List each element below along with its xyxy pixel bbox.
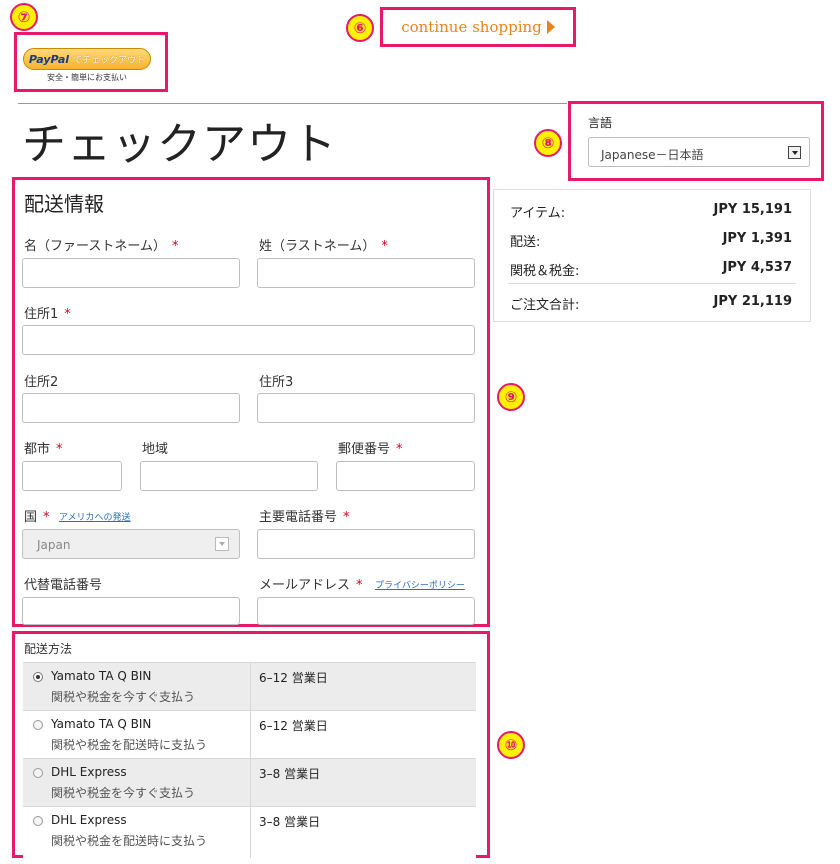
shipping-option-row[interactable]: DHL Express 関税や税金を今すぐ支払う 3–8 営業日 [23, 759, 476, 807]
order-summary: アイテム: JPY 15,191 配送: JPY 1,391 関税＆税金: JP… [493, 189, 811, 322]
address2-label: 住所2 [24, 375, 59, 390]
address3-label: 住所3 [259, 375, 294, 390]
language-label: 言語 [588, 116, 613, 130]
alt-phone-input[interactable] [22, 597, 240, 625]
first-name-label: 名（ファーストネーム） * [24, 239, 179, 254]
callout-10: ⑩ [497, 731, 525, 759]
summary-total-label: ご注文合計: [510, 298, 580, 313]
radio-button[interactable] [33, 768, 43, 778]
paypal-checkout-text: でチェックアウト [73, 55, 146, 66]
postal-code-label: 郵便番号 * [338, 442, 403, 457]
carrier-name: Yamato TA Q BIN [51, 669, 152, 683]
carrier-note: 関税や税金を配送時に支払う [51, 738, 208, 752]
shipping-method-heading: 配送方法 [24, 642, 73, 656]
column-divider [250, 759, 251, 807]
header-divider [18, 103, 567, 104]
email-label: メールアドレス * [259, 578, 363, 593]
paypal-checkout-button[interactable]: PayPal でチェックアウト [23, 48, 151, 70]
column-divider [250, 807, 251, 858]
summary-items-label: アイテム: [510, 206, 566, 221]
play-arrow-icon [546, 20, 555, 34]
alt-phone-label: 代替電話番号 [24, 578, 103, 593]
callout-8: ⑧ [534, 129, 562, 157]
delivery-days: 3–8 営業日 [259, 767, 321, 781]
continue-shopping-link[interactable]: continue shopping [380, 7, 576, 47]
summary-items-value: JPY 15,191 [713, 202, 792, 217]
carrier-name: Yamato TA Q BIN [51, 717, 152, 731]
radio-button[interactable] [33, 720, 43, 730]
country-label: 国 * [24, 510, 50, 525]
privacy-policy-link[interactable]: プライバシーポリシー [375, 578, 465, 591]
radio-button[interactable] [33, 816, 43, 826]
main-phone-input[interactable] [257, 529, 475, 559]
postal-code-input[interactable] [336, 461, 475, 491]
language-select[interactable]: Japanese－日本語 [588, 137, 810, 167]
city-input[interactable] [22, 461, 122, 491]
country-selected-value: Japan [37, 538, 71, 552]
summary-shipping-value: JPY 1,391 [722, 231, 792, 246]
summary-total-value: JPY 21,119 [713, 294, 792, 309]
address1-label: 住所1 * [24, 307, 71, 322]
delivery-days: 6–12 営業日 [259, 719, 328, 733]
paypal-logo: PayPal [28, 52, 70, 66]
shipping-options-table: Yamato TA Q BIN 関税や税金を今すぐ支払う 6–12 営業日 Ya… [23, 662, 476, 858]
main-phone-label: 主要電話番号 * [259, 510, 350, 525]
address3-input[interactable] [257, 393, 475, 423]
address2-input[interactable] [22, 393, 240, 423]
first-name-input[interactable] [22, 258, 240, 288]
language-section: 言語 Japanese－日本語 [568, 101, 824, 181]
country-select[interactable]: Japan [22, 529, 240, 559]
dropdown-arrow-icon [788, 146, 801, 159]
carrier-name: DHL Express [51, 813, 127, 827]
column-divider [250, 663, 251, 711]
callout-7: ⑦ [10, 3, 38, 31]
dropdown-arrow-icon [215, 537, 229, 551]
region-label: 地域 [142, 442, 169, 457]
address1-input[interactable] [22, 325, 475, 355]
page-title: チェックアウト [22, 119, 337, 170]
shipping-info-section: 配送情報 名（ファーストネーム） * 姓（ラストネーム） * 住所1 * 住所2 住所… [12, 177, 490, 627]
continue-shopping-label: continue shopping [401, 18, 542, 36]
summary-shipping-label: 配送: [510, 235, 541, 250]
radio-button[interactable] [33, 672, 43, 682]
callout-6: ⑥ [346, 14, 374, 42]
carrier-note: 関税や税金を今すぐ支払う [51, 786, 196, 800]
paypal-tagline: 安全・簡単にお支払い [47, 73, 127, 82]
summary-duties-label: 関税＆税金: [510, 264, 580, 279]
summary-divider [508, 283, 796, 284]
email-input[interactable] [257, 597, 475, 625]
delivery-days: 3–8 営業日 [259, 815, 321, 829]
shipping-info-heading: 配送情報 [24, 192, 104, 216]
last-name-label: 姓（ラストネーム） * [259, 239, 388, 254]
shipping-method-section: 配送方法 Yamato TA Q BIN 関税や税金を今すぐ支払う 6–12 営… [12, 631, 490, 858]
callout-9: ⑨ [497, 383, 525, 411]
language-selected-value: Japanese－日本語 [601, 148, 704, 162]
delivery-days: 6–12 営業日 [259, 671, 328, 685]
shipping-option-row[interactable]: Yamato TA Q BIN 関税や税金を今すぐ支払う 6–12 営業日 [23, 663, 476, 711]
summary-duties-value: JPY 4,537 [722, 260, 792, 275]
region-input[interactable] [140, 461, 318, 491]
last-name-input[interactable] [257, 258, 475, 288]
carrier-note: 関税や税金を配送時に支払う [51, 834, 208, 848]
shipping-option-row[interactable]: Yamato TA Q BIN 関税や税金を配送時に支払う 6–12 営業日 [23, 711, 476, 759]
column-divider [250, 711, 251, 759]
carrier-name: DHL Express [51, 765, 127, 779]
carrier-note: 関税や税金を今すぐ支払う [51, 690, 196, 704]
shipping-option-row[interactable]: DHL Express 関税や税金を配送時に支払う 3–8 営業日 [23, 807, 476, 858]
city-label: 都市 * [24, 442, 63, 457]
us-shipping-link[interactable]: アメリカへの発送 [59, 510, 131, 523]
